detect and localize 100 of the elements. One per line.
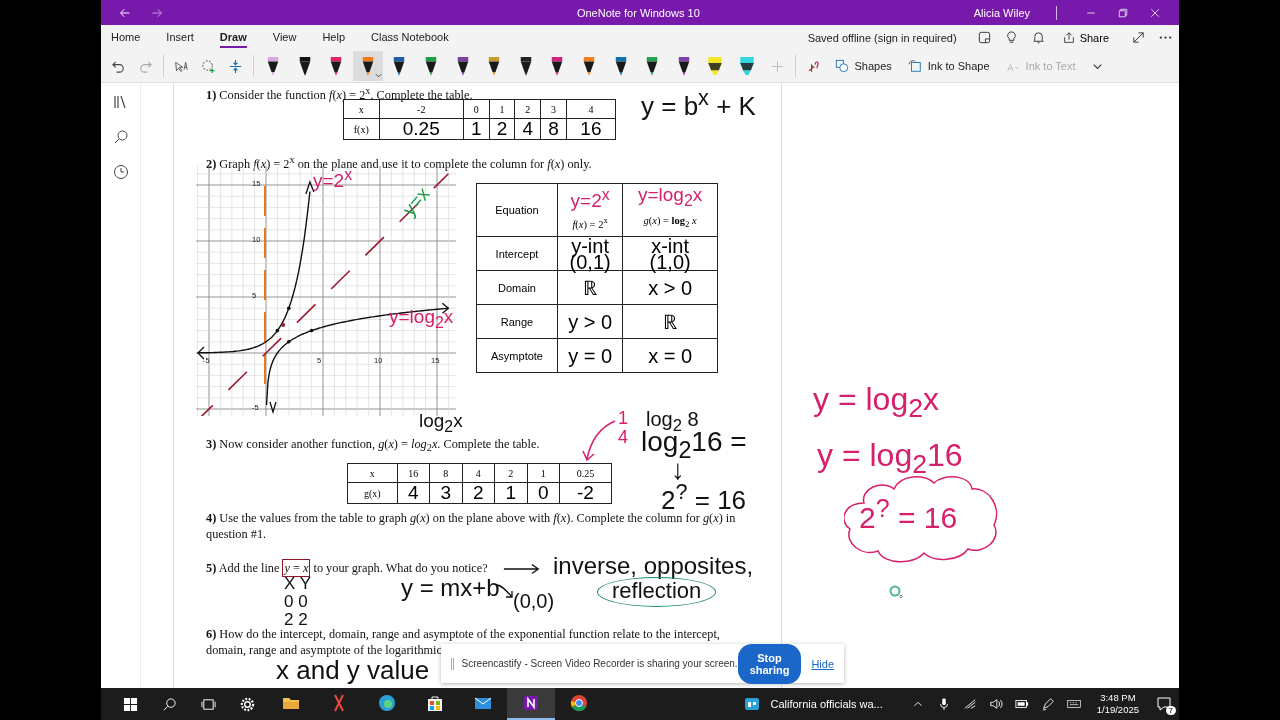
- handwritten-text: y = log$_{2}$x: [813, 383, 939, 423]
- table-cell: Intercept: [476, 236, 558, 271]
- ribbon-tab[interactable]: Draw: [219, 27, 247, 48]
- news-icon: [744, 696, 761, 712]
- table-cell: 4: [566, 99, 616, 119]
- table-cell: 3: [429, 482, 463, 504]
- handwritten-text: X Y 0 0 2 2: [284, 575, 312, 629]
- battery-icon[interactable]: [1014, 697, 1029, 711]
- ribbon-tab[interactable]: Home: [111, 27, 141, 48]
- table-cell: Range: [476, 304, 558, 339]
- question-text: 6) How do the intercept, domain, range and asymptote of the exponential function relate to the intercept, domain, range and asymptote of the logarithmic: [206, 626, 720, 658]
- search-icon[interactable]: [112, 129, 129, 145]
- formula-text: g(x) = log$_{2}$ x: [642, 214, 698, 229]
- volume-icon[interactable]: [988, 697, 1003, 711]
- close-icon[interactable]: [1149, 6, 1161, 19]
- question-text: 3) Now consider another function, g(x) = log$_{2}$x. Complete the table.: [206, 436, 540, 456]
- question-text: 5) Add the line: [206, 560, 280, 576]
- ribbon-tab[interactable]: Help: [322, 27, 346, 48]
- message-icon: [1156, 696, 1172, 712]
- table-cell: x = 0: [622, 338, 718, 373]
- lasso-icon[interactable]: [201, 58, 216, 74]
- window-title: OneNote for Windows 10: [575, 6, 701, 19]
- table-cell: g(x): [347, 482, 398, 504]
- share-button[interactable]: Share: [1055, 29, 1115, 46]
- notification-count: 7: [1165, 706, 1176, 715]
- settings-icon[interactable]: [240, 696, 255, 712]
- sync-status: Saved offline (sign in required): [807, 31, 957, 44]
- table-cell: 16: [397, 463, 430, 483]
- hide-link[interactable]: Hide: [811, 657, 834, 670]
- ink-to-shape-icon: [907, 59, 922, 73]
- app-icon: [521, 693, 541, 713]
- windows-start-icon[interactable]: [123, 696, 138, 712]
- handwritten-text: y = b$^{x}$ + K: [641, 87, 756, 120]
- table-cell: 0.25: [559, 463, 612, 483]
- handwritten-text: y=2$^{x}$: [569, 185, 611, 213]
- handwritten-text: inverse, opposites,: [553, 553, 754, 579]
- wifi-icon[interactable]: [962, 697, 977, 711]
- back-icon[interactable]: [119, 6, 131, 19]
- handwritten-text: x and y value: [276, 657, 430, 685]
- pen-tool[interactable]: [352, 51, 383, 81]
- app-icon: [425, 693, 445, 713]
- handwritten-text: y=log$_{2}$x: [389, 307, 454, 332]
- table-cell: ℝ: [622, 304, 718, 339]
- table-cell: 2: [462, 482, 495, 504]
- handwritten-text: 2$^{?}$ = 16: [859, 495, 958, 534]
- user-name[interactable]: Alicia Wiley: [973, 6, 1030, 19]
- notification-text: Screencastify - Screen Video Recorder is sharing your screen.: [461, 658, 738, 669]
- pen-icon[interactable]: [1040, 697, 1055, 711]
- table-cell: 2: [489, 118, 515, 140]
- table-cell: 16: [566, 118, 616, 140]
- table-cell: 0.25: [379, 118, 464, 140]
- add-space-icon[interactable]: [228, 58, 243, 74]
- table-cell: -2: [559, 482, 612, 504]
- table-cell: 4: [514, 118, 541, 140]
- table-cell: 4: [397, 482, 430, 504]
- ribbon-tab[interactable]: Insert: [166, 27, 194, 48]
- taskbar-app[interactable]: [507, 688, 555, 720]
- notification-center-button[interactable]: 7: [1149, 688, 1179, 720]
- table-cell: 1: [489, 99, 515, 119]
- recent-icon[interactable]: [112, 164, 129, 180]
- keyboard-icon[interactable]: [1066, 697, 1081, 711]
- table-cell: 2: [494, 463, 528, 483]
- ink-tool-button[interactable]: Ink to Shape: [907, 59, 990, 73]
- clock[interactable]: 3:48 PM 1/19/2025: [1096, 692, 1139, 716]
- share-icon: [1061, 30, 1076, 45]
- bell-icon[interactable]: [1030, 30, 1046, 45]
- shapes-icon: [834, 59, 849, 73]
- notebook-icon[interactable]: [976, 30, 992, 45]
- select-icon[interactable]: [174, 58, 189, 74]
- handwritten-text: y=log$_{2}$x: [636, 184, 704, 211]
- table-cell: 8: [540, 118, 567, 140]
- busy-cursor-icon: [889, 585, 905, 601]
- news-widget[interactable]: California officials wa...: [738, 695, 889, 713]
- ribbon-tab[interactable]: Class Notebook: [371, 27, 449, 48]
- table-cell: x: [347, 463, 398, 483]
- table-cell: 0: [527, 482, 560, 504]
- table-cell: Asymptote: [476, 338, 558, 373]
- table-cell: x-int (1,0): [622, 236, 718, 271]
- table-cell: y = 0: [557, 338, 623, 373]
- stop-sharing-button[interactable]: Stop sharing: [737, 643, 802, 684]
- search-icon[interactable]: [162, 696, 177, 712]
- table-cell: 4: [462, 463, 495, 483]
- handwritten-text: log$_{2}$x: [419, 411, 463, 436]
- table-cell: 8: [429, 463, 463, 483]
- boxed-formula: y = x: [282, 559, 311, 577]
- clock-date: 1/19/2025: [1096, 704, 1139, 716]
- question-text: to your graph. What do you notice?: [313, 560, 488, 576]
- notebooks-icon[interactable]: [112, 94, 129, 110]
- app-icon: [377, 693, 397, 713]
- task-view-icon[interactable]: [201, 696, 216, 712]
- formula-text: f(x) = 2$^{x}$: [571, 215, 609, 230]
- table-cell: y-int (0,1): [557, 236, 623, 271]
- ink-tool-button[interactable]: Shapes: [834, 59, 892, 73]
- ribbon-tab[interactable]: View: [272, 27, 297, 48]
- table-cell: 1: [527, 463, 560, 483]
- app-icon: [569, 693, 589, 713]
- restore-icon[interactable]: [1117, 6, 1129, 19]
- expand-icon[interactable]: [1131, 30, 1146, 45]
- table-cell: 2: [514, 99, 541, 119]
- table-cell: Domain: [476, 270, 558, 305]
